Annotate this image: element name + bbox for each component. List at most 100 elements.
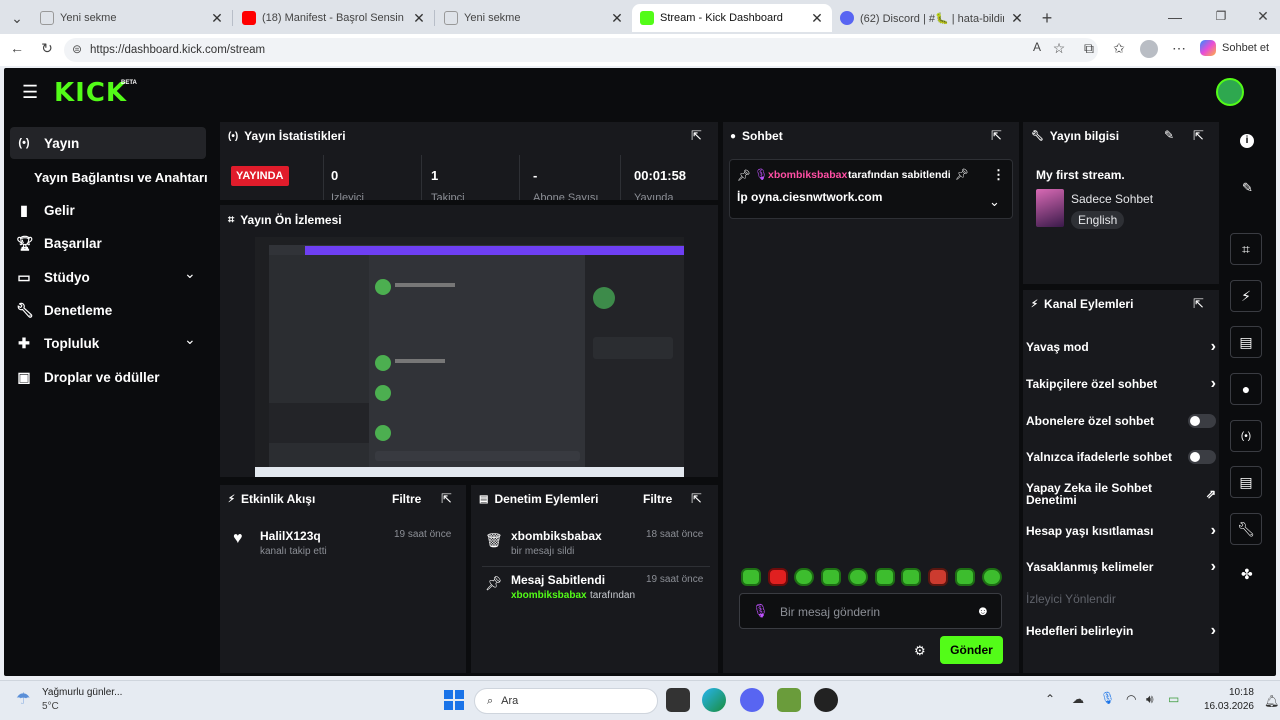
reload-icon[interactable]: ↻	[36, 40, 58, 57]
close-icon[interactable]: ✕	[412, 10, 426, 27]
close-icon[interactable]: ✕	[810, 10, 824, 27]
rail-notes-button[interactable]: ▤	[1230, 326, 1262, 358]
sidebar-item-studio[interactable]: ▭ Stüdyo	[10, 261, 206, 293]
edit-pencil-icon[interactable]: ✎	[1164, 128, 1174, 142]
popout-icon[interactable]: ⇱	[1193, 128, 1204, 144]
subscribers-only-toggle[interactable]	[1188, 414, 1216, 428]
extensions-icon[interactable]: ⧉	[1078, 40, 1100, 57]
moderation-item-user[interactable]: xbombiksbabax	[511, 590, 587, 601]
chevron-up-icon[interactable]: ⌃	[1045, 692, 1055, 706]
notification-bell-icon[interactable]: 🔔︎	[1264, 694, 1279, 708]
address-field[interactable]: https://dashboard.kick.com/stream	[64, 38, 1098, 62]
user-avatar[interactable]	[1216, 78, 1244, 106]
category-name[interactable]: Sadece Sohbet	[1071, 192, 1153, 206]
collections-icon[interactable]: ✩	[1108, 40, 1130, 57]
discord-icon[interactable]	[740, 688, 764, 712]
moderation-filter-button[interactable]: Filtre	[643, 492, 672, 506]
sidebar-item-achievements[interactable]: 🏆︎ Başarılar	[10, 227, 206, 259]
copilot-button[interactable]: Sohbet et	[1200, 40, 1269, 56]
back-icon[interactable]: ←	[6, 40, 28, 56]
mic-icon[interactable]: 🎙︎	[1100, 691, 1115, 705]
kick-logo[interactable]: KICK	[54, 78, 127, 108]
popout-icon[interactable]: ⇱	[691, 491, 702, 507]
action-ai-moderation[interactable]: Yapay Zeka ile Sohbet Denetimi ⇗	[1026, 482, 1216, 506]
close-window-icon[interactable]: ✕	[1252, 8, 1274, 25]
close-icon[interactable]: ✕	[1010, 10, 1024, 27]
rail-stats-button[interactable]: (•)	[1230, 420, 1262, 452]
sidebar-item-revenue[interactable]: ▮ Gelir	[10, 194, 206, 226]
more-icon[interactable]: ⋯	[1168, 40, 1190, 57]
emote-icon[interactable]	[875, 568, 895, 586]
tab-new-tab-2[interactable]: Yeni sekme ✕	[436, 4, 632, 32]
send-button[interactable]: Gönder	[940, 636, 1003, 664]
popout-icon[interactable]: ⇱	[1193, 296, 1204, 312]
action-account-age[interactable]: Hesap yaşı kısıtlaması ›	[1026, 522, 1216, 540]
popout-icon[interactable]: ⇱	[991, 128, 1002, 144]
rail-preview-button[interactable]: ⌗	[1230, 233, 1262, 265]
close-icon[interactable]: ✕	[610, 10, 624, 27]
wifi-icon[interactable]: ◠	[1126, 692, 1136, 706]
popout-icon[interactable]: ⇱	[441, 491, 452, 507]
edit-pencil-icon[interactable]: ✎	[1242, 180, 1253, 196]
emote-icon[interactable]	[821, 568, 841, 586]
read-aloud-icon[interactable]: A	[1026, 40, 1048, 54]
emote-icon[interactable]	[794, 568, 814, 586]
sidebar-item-community[interactable]: ✚ Topluluk	[10, 327, 206, 359]
close-icon[interactable]: ✕	[210, 10, 224, 27]
menu-icon[interactable]: ☰	[22, 82, 38, 103]
task-view-icon[interactable]	[666, 688, 690, 712]
more-options-icon[interactable]: ⋮	[992, 167, 1005, 183]
pinned-message[interactable]	[729, 159, 1013, 219]
action-banned-words[interactable]: Yasaklanmış kelimeler ›	[1026, 558, 1216, 576]
new-tab-icon[interactable]: +	[1036, 8, 1058, 29]
activity-user[interactable]: HalilX123q	[260, 529, 321, 543]
emote-icon[interactable]	[982, 568, 1002, 586]
emote-icon[interactable]	[955, 568, 975, 586]
shapes-icon[interactable]: ✤	[1241, 566, 1253, 583]
sidebar-item-moderation[interactable]: 🔧︎ Denetleme	[10, 294, 206, 326]
emote-icon[interactable]	[901, 568, 921, 586]
emote-icon[interactable]	[768, 568, 788, 586]
settings-gear-icon[interactable]: ⚙︎	[914, 643, 926, 659]
emotes-only-toggle[interactable]	[1188, 450, 1216, 464]
tab-kick-dashboard[interactable]: Stream - Kick Dashboard ✕	[632, 4, 832, 32]
sidebar-item-stream-key[interactable]: Yayın Bağlantısı ve Anahtarı	[10, 161, 220, 193]
info-icon[interactable]: i	[1240, 134, 1254, 148]
emote-icon[interactable]	[928, 568, 948, 586]
taskbar-search[interactable]: ⌕ Ara	[474, 688, 658, 714]
tab-new-tab-1[interactable]: Yeni sekme ✕	[32, 4, 232, 32]
windows-start-icon[interactable]	[444, 690, 464, 710]
obs-icon[interactable]	[814, 688, 838, 712]
site-info-icon[interactable]: ⊜	[72, 42, 82, 56]
clock-date[interactable]: 16.03.2026	[1196, 701, 1254, 712]
onedrive-icon[interactable]: ☁	[1072, 692, 1084, 706]
favorite-icon[interactable]: ☆	[1048, 40, 1070, 57]
rail-activity-button[interactable]: ⚡︎	[1230, 280, 1262, 312]
chevron-down-icon[interactable]: ⌄	[184, 331, 196, 348]
minecraft-icon[interactable]	[777, 688, 801, 712]
rail-moderation-button[interactable]: ▤	[1230, 466, 1262, 498]
clock-time[interactable]: 10:18	[1210, 687, 1254, 698]
battery-icon[interactable]: ▭	[1168, 692, 1179, 706]
action-slow-mode[interactable]: Yavaş mod ›	[1026, 338, 1216, 356]
action-followers-only[interactable]: Takipçilere özel sohbet ›	[1026, 375, 1216, 393]
sidebar-item-stream[interactable]: (•) Yayın	[10, 127, 206, 159]
rail-chat-button[interactable]: ●	[1230, 373, 1262, 405]
weather-text[interactable]: Yağmurlu günler...	[42, 687, 122, 698]
emote-icon[interactable]	[848, 568, 868, 586]
rail-stream-info-button[interactable]: 🔧︎	[1230, 513, 1262, 545]
emoji-icon[interactable]: ☻	[976, 603, 990, 618]
emote-icon[interactable]	[741, 568, 761, 586]
edge-icon[interactable]	[702, 688, 726, 712]
chevron-down-icon[interactable]: ⌄	[184, 265, 196, 282]
chevron-down-icon[interactable]: ⌄	[989, 194, 1000, 210]
volume-icon[interactable]: 🔊︎	[1146, 692, 1154, 707]
maximize-icon[interactable]: ❐	[1210, 9, 1232, 23]
tab-discord[interactable]: (62) Discord | #🐛 | hata-bildirimi | ✕	[832, 4, 1032, 32]
action-set-goals[interactable]: Hedefleri belirleyin ›	[1026, 622, 1216, 640]
tab-youtube[interactable]: (18) Manifest - Başrol Sensin Karao ✕	[234, 4, 434, 32]
popout-icon[interactable]: ⇱	[691, 128, 702, 144]
profile-avatar[interactable]	[1140, 40, 1158, 58]
unpin-icon[interactable]: 📌︎	[955, 168, 969, 181]
minimize-icon[interactable]: —	[1164, 9, 1186, 25]
